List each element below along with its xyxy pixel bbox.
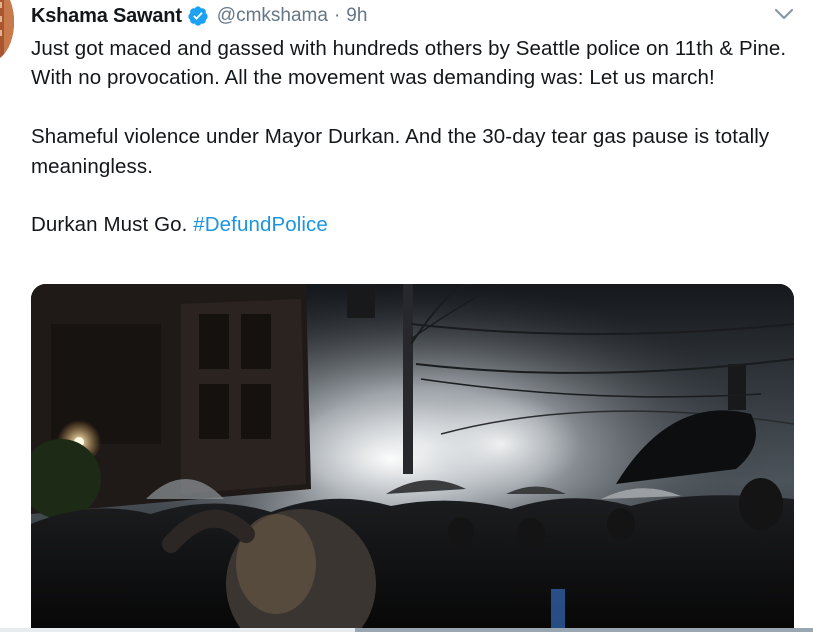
tweet-timestamp[interactable]: 9h bbox=[346, 5, 367, 27]
tweet-header: Kshama Sawant @cmkshama · 9h bbox=[31, 3, 367, 29]
tweet-text: Just got maced and gassed with hundreds … bbox=[31, 34, 806, 240]
tweet[interactable]: Kshama Sawant @cmkshama · 9h Just got ma… bbox=[0, 0, 813, 632]
chevron-down-icon[interactable] bbox=[773, 6, 795, 22]
tweet-paragraph-3-text: Durkan Must Go. bbox=[31, 213, 194, 237]
scrollbar-thumb[interactable] bbox=[355, 628, 813, 632]
separator-dot: · bbox=[333, 5, 341, 26]
author-name[interactable]: Kshama Sawant bbox=[31, 5, 182, 28]
scrollbar[interactable] bbox=[0, 628, 813, 632]
avatar[interactable] bbox=[0, 0, 14, 62]
tweet-paragraph-1: Just got maced and gassed with hundreds … bbox=[31, 37, 787, 90]
tweet-paragraph-2: Shameful violence under Mayor Durkan. An… bbox=[31, 125, 770, 178]
verified-badge-icon bbox=[187, 5, 209, 27]
author-handle[interactable]: @cmkshama bbox=[217, 5, 328, 27]
tweet-photo[interactable] bbox=[31, 284, 794, 632]
tweet-paragraph-3: Durkan Must Go. #DefundPolice bbox=[31, 210, 806, 239]
hashtag-link[interactable]: #DefundPolice bbox=[193, 213, 328, 236]
